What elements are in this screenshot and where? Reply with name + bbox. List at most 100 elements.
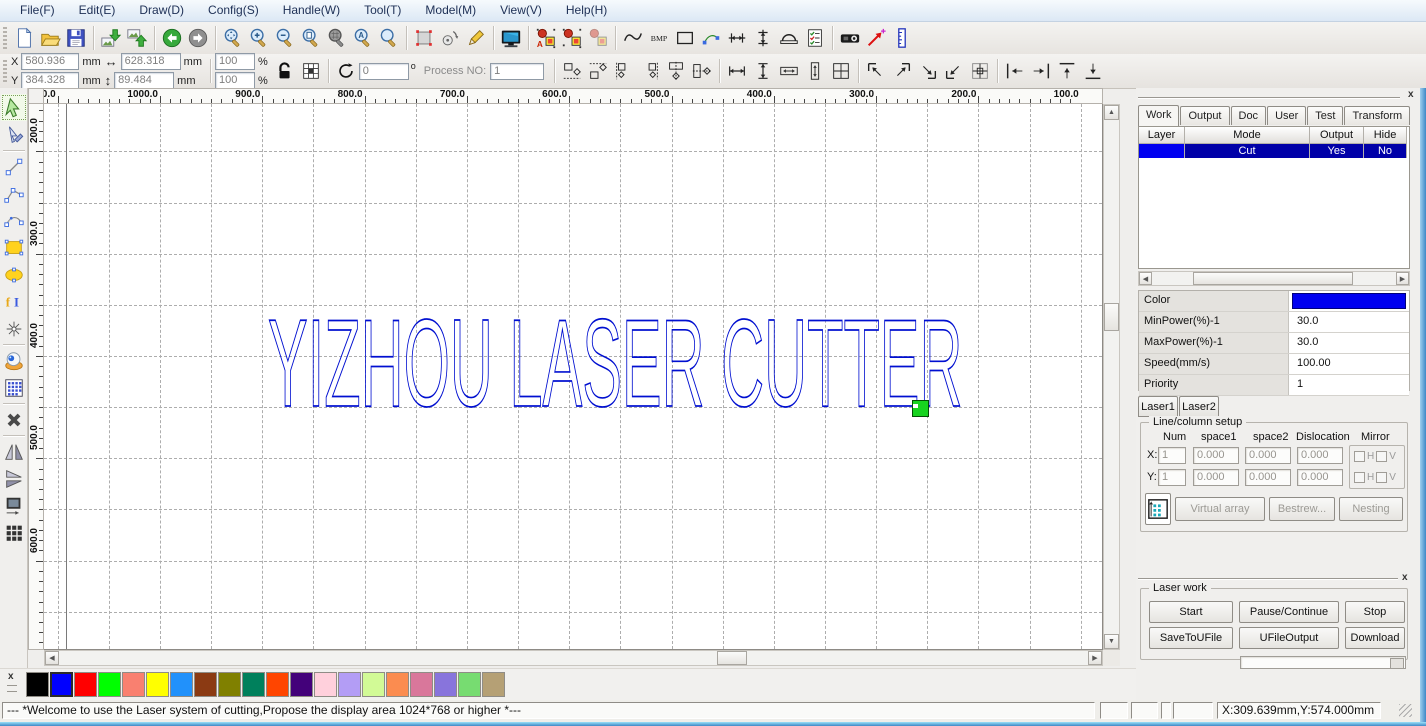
num-y-field[interactable]: 1	[1158, 469, 1186, 486]
param-value-color[interactable]	[1289, 291, 1409, 311]
line-tool-icon[interactable]	[1, 153, 27, 180]
param-value-minpower-1[interactable]: 30.0	[1289, 312, 1409, 332]
vertical-scroll-thumb[interactable]	[1104, 303, 1119, 331]
design-text-object[interactable]: YIZHOU LASER CUTTER	[268, 296, 962, 432]
export-image-icon[interactable]	[124, 25, 150, 51]
stop-button[interactable]: Stop	[1345, 601, 1405, 623]
array-tool-icon[interactable]	[1, 519, 27, 546]
curve-icon[interactable]	[620, 25, 646, 51]
color-swatch-000000[interactable]	[26, 672, 49, 697]
horizontal-scrollbar[interactable]: ◀ ▶	[44, 650, 1103, 666]
group-text-icon[interactable]: A	[533, 25, 559, 51]
bmp-icon[interactable]: BMP	[646, 25, 672, 51]
align-obj-right-icon[interactable]	[637, 58, 663, 84]
zoom-in-icon[interactable]	[246, 25, 272, 51]
color-swatch-d2fa96[interactable]	[362, 672, 385, 697]
color-swatch-fb8c50[interactable]	[386, 672, 409, 697]
table-scroll-left-icon[interactable]: ◀	[1139, 272, 1152, 285]
lower-close-icon[interactable]: x	[1402, 573, 1408, 583]
select-tool-icon[interactable]	[1, 94, 27, 121]
zoom-view-icon[interactable]	[376, 25, 402, 51]
width-field[interactable]: 628.318	[121, 53, 181, 70]
align-left-edge-icon[interactable]	[1002, 58, 1028, 84]
zoom-font-icon[interactable]: A	[350, 25, 376, 51]
select-box-icon[interactable]	[411, 25, 437, 51]
color-swatch-ffd0dc[interactable]	[314, 672, 337, 697]
color-swatch-d9779b[interactable]	[410, 672, 433, 697]
color-swatch-0000ff[interactable]	[50, 672, 73, 697]
same-height-icon[interactable]	[750, 58, 776, 84]
zoom-page-icon[interactable]	[298, 25, 324, 51]
color-swatch-2191fb[interactable]	[170, 672, 193, 697]
palette-close-icon[interactable]: x	[8, 672, 14, 682]
group-icon[interactable]	[559, 25, 585, 51]
align-center-icon[interactable]	[967, 58, 993, 84]
vertical-scrollbar[interactable]: ▲ ▼	[1103, 104, 1120, 650]
bezier-tool-icon[interactable]	[1, 207, 27, 234]
space-horizontal-icon[interactable]	[724, 25, 750, 51]
menu-handle[interactable]: Handle(W)	[271, 0, 352, 21]
param-value-speed-mm-s-[interactable]: 100.00	[1289, 354, 1409, 374]
space1-y-field[interactable]: 0.000	[1193, 469, 1239, 486]
color-swatch-43017a[interactable]	[290, 672, 313, 697]
tab-laser2[interactable]: Laser2	[1179, 396, 1219, 417]
align-right-edge-icon[interactable]	[1028, 58, 1054, 84]
color-swatch-ffff00[interactable]	[146, 672, 169, 697]
color-swatch-8874dc[interactable]	[434, 672, 457, 697]
scroll-up-icon[interactable]: ▲	[1104, 105, 1119, 120]
text-tool-icon[interactable]: fI	[1, 288, 27, 315]
color-swatch-b5a075[interactable]	[482, 672, 505, 697]
dislocation-x-field[interactable]: 0.000	[1297, 447, 1343, 464]
new-file-icon[interactable]	[11, 25, 37, 51]
align-obj-vcenter-icon[interactable]	[689, 58, 715, 84]
color-swatch-00805c[interactable]	[242, 672, 265, 697]
ruler-icon[interactable]	[889, 25, 915, 51]
tab-output[interactable]: Output	[1180, 106, 1229, 125]
align-top-left-icon[interactable]	[863, 58, 889, 84]
layer-table[interactable]: LayerModeOutputHide CutYesNo	[1138, 126, 1410, 269]
lock-ratio-icon[interactable]	[272, 58, 298, 84]
align-top-right-icon[interactable]	[889, 58, 915, 84]
align-obj-left-icon[interactable]	[611, 58, 637, 84]
color-swatch-f98070[interactable]	[122, 672, 145, 697]
rectangle-outline-icon[interactable]	[672, 25, 698, 51]
output-device-icon[interactable]	[837, 25, 863, 51]
laser-point-icon[interactable]	[863, 25, 889, 51]
preview-monitor-icon[interactable]	[498, 25, 524, 51]
camera-tool-icon[interactable]	[1, 347, 27, 374]
keep-grid-icon[interactable]	[298, 58, 324, 84]
array-direction-button[interactable]	[1145, 493, 1171, 525]
save-icon[interactable]	[63, 25, 89, 51]
menu-model[interactable]: Model(M)	[413, 0, 488, 21]
dislocation-y-field[interactable]: 0.000	[1297, 469, 1343, 486]
layer-cell-mode[interactable]: Cut	[1185, 144, 1310, 158]
resize-grip[interactable]	[1399, 704, 1412, 717]
undo-icon[interactable]	[159, 25, 185, 51]
edit-pen-icon[interactable]	[463, 25, 489, 51]
height-field[interactable]: 89.484	[114, 72, 174, 89]
download-button[interactable]: Download	[1345, 627, 1405, 649]
color-swatch-ff0000[interactable]	[74, 672, 97, 697]
horizontal-scroll-thumb[interactable]	[717, 651, 747, 665]
rotate-shape-icon[interactable]	[437, 25, 463, 51]
palette-grip[interactable]	[7, 685, 17, 692]
process-no-field[interactable]: 1	[490, 63, 544, 80]
param-value-priority[interactable]: 1	[1289, 375, 1409, 395]
table-scroll-right-icon[interactable]: ▶	[1396, 272, 1409, 285]
grid-tool-icon[interactable]	[1, 374, 27, 401]
zoom-pan-icon[interactable]	[220, 25, 246, 51]
col-header-output[interactable]: Output	[1310, 127, 1364, 144]
space2-x-field[interactable]: 0.000	[1245, 447, 1291, 464]
scroll-left-icon[interactable]: ◀	[45, 651, 59, 665]
redo-icon[interactable]	[185, 25, 211, 51]
scale-x-field[interactable]: 100	[215, 53, 255, 70]
pause-continue-button[interactable]: Pause/Continue	[1239, 601, 1339, 623]
color-swatch-808000[interactable]	[218, 672, 241, 697]
color-swatch-00ff00[interactable]	[98, 672, 121, 697]
tab-test[interactable]: Test	[1307, 106, 1343, 125]
zoom-area-icon[interactable]	[324, 25, 350, 51]
menu-edit[interactable]: Edit(E)	[67, 0, 128, 21]
rect-tool-icon[interactable]	[1, 234, 27, 261]
align-bottom-left-icon[interactable]	[941, 58, 967, 84]
num-x-field[interactable]: 1	[1158, 447, 1186, 464]
